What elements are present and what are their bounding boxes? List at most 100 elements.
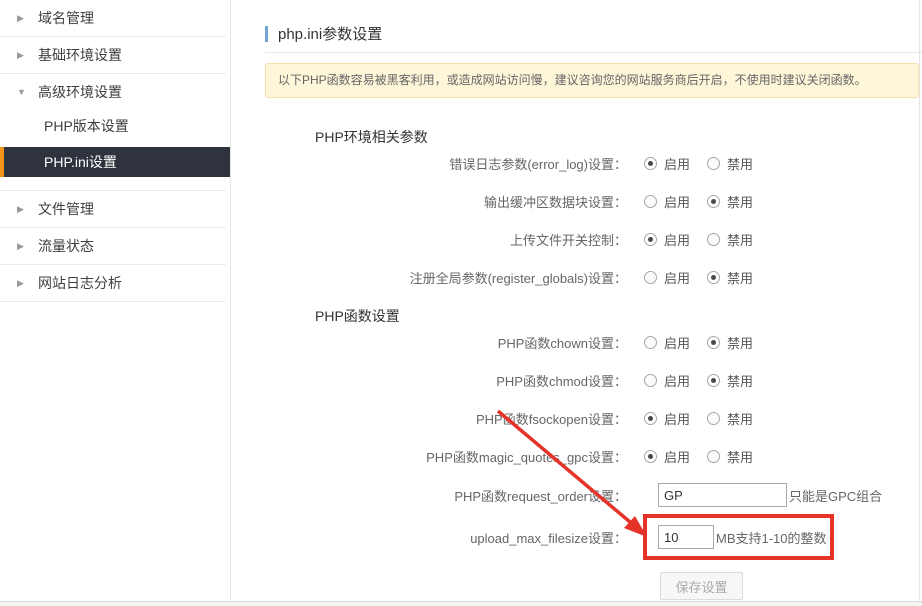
settings-form: PHP环境相关参数错误日志参数(error_log)设置：启用禁用输出缓冲区数据… <box>231 127 922 559</box>
text-field-row: upload_max_filesize设置： MB支持1-10的整数 <box>231 515 922 559</box>
radio-option-label: 启用 <box>664 333 690 352</box>
radio-icon[interactable] <box>707 157 720 170</box>
sidebar-item-label: 流量状态 <box>38 236 94 256</box>
field-label: 输出缓冲区数据块设置： <box>231 192 627 211</box>
radio-option-enable[interactable]: 启用 <box>644 333 690 352</box>
radio-option-label: 启用 <box>664 154 690 173</box>
radio-option-enable[interactable]: 启用 <box>644 371 690 390</box>
radio-option-disable[interactable]: 禁用 <box>707 154 753 173</box>
radio-option-disable[interactable]: 禁用 <box>707 192 753 211</box>
sidebar-divider <box>0 301 226 302</box>
radio-icon[interactable] <box>707 374 720 387</box>
radio-option-disable[interactable]: 禁用 <box>707 333 753 352</box>
panel-right-border <box>919 0 920 601</box>
chevron-down-icon: ▼ <box>17 87 28 97</box>
radio-row: 输出缓冲区数据块设置： 启用禁用 <box>231 182 922 220</box>
radio-option-label: 禁用 <box>727 333 753 352</box>
radio-option-label: 禁用 <box>727 409 753 428</box>
sidebar-subitem-label: PHP版本设置 <box>44 116 129 136</box>
radio-row: 上传文件开关控制： 启用禁用 <box>231 220 922 258</box>
sidebar-item[interactable]: ▼ 高级环境设置 <box>0 74 230 110</box>
sidebar: ▶域名管理▶基础环境设置▼高级环境设置PHP版本设置PHP.ini设置▶文件管理… <box>0 0 231 601</box>
radio-icon[interactable] <box>644 233 657 246</box>
header-divider <box>265 52 922 53</box>
field-label: 错误日志参数(error_log)设置： <box>231 154 627 173</box>
radio-group-wrap: 启用 禁用 <box>644 154 770 173</box>
radio-option-disable[interactable]: 禁用 <box>707 371 753 390</box>
field-label: upload_max_filesize设置： <box>231 528 627 547</box>
radio-icon[interactable] <box>644 157 657 170</box>
radio-icon[interactable] <box>644 336 657 349</box>
radio-row: 注册全局参数(register_globals)设置： 启用禁用 <box>231 258 922 296</box>
field-hint: MB支持1-10的整数 <box>716 528 827 547</box>
radio-row: 错误日志参数(error_log)设置： 启用 禁用 <box>231 144 922 182</box>
radio-option-disable[interactable]: 禁用 <box>707 447 753 466</box>
text-field-row: PHP函数request_order设置：只能是GPC组合 <box>231 475 922 515</box>
sidebar-subitem-label: PHP.ini设置 <box>44 152 117 172</box>
radio-icon[interactable] <box>644 374 657 387</box>
radio-icon[interactable] <box>707 412 720 425</box>
radio-option-enable[interactable]: 启用 <box>644 192 690 211</box>
sidebar-item-label: 基础环境设置 <box>38 45 122 65</box>
radio-icon[interactable] <box>644 195 657 208</box>
radio-icon[interactable] <box>644 412 657 425</box>
sidebar-item[interactable]: ▶域名管理 <box>0 0 230 36</box>
sidebar-item[interactable]: ▶ 基础环境设置 <box>0 37 230 73</box>
radio-option-enable[interactable]: 启用 <box>644 409 690 428</box>
sidebar-item-label: 网站日志分析 <box>38 273 122 293</box>
radio-option-label: 禁用 <box>727 371 753 390</box>
section-heading: PHP环境相关参数 <box>315 127 922 144</box>
main-content: php.ini参数设置 以下PHP函数容易被黑客利用，或造成网站访问慢，建议咨询… <box>231 0 922 601</box>
sidebar-item-label: 域名管理 <box>38 8 94 28</box>
radio-option-label: 禁用 <box>727 154 753 173</box>
request-order-input[interactable] <box>658 483 787 507</box>
sidebar-subitem[interactable]: PHP.ini设置 <box>0 147 230 177</box>
page-bottom-edge <box>0 601 922 606</box>
radio-icon[interactable] <box>707 195 720 208</box>
radio-option-enable[interactable]: 启用 <box>644 268 690 287</box>
radio-icon[interactable] <box>644 271 657 284</box>
radio-group-wrap: 启用 禁用 <box>644 333 770 352</box>
field-label: 注册全局参数(register_globals)设置： <box>231 268 627 287</box>
section-heading: PHP函数设置 <box>315 306 922 323</box>
page-header: php.ini参数设置 <box>265 25 922 42</box>
radio-icon[interactable] <box>707 336 720 349</box>
radio-option-enable[interactable]: 启用 <box>644 447 690 466</box>
radio-option-label: 启用 <box>664 409 690 428</box>
radio-option-label: 启用 <box>664 192 690 211</box>
sidebar-item[interactable]: ▶文件管理 <box>0 191 230 227</box>
radio-option-disable[interactable]: 禁用 <box>707 230 753 249</box>
chevron-right-icon: ▶ <box>17 278 28 289</box>
chevron-right-icon: ▶ <box>17 50 28 61</box>
radio-icon[interactable] <box>707 233 720 246</box>
sidebar-menu: ▶域名管理▶基础环境设置▼高级环境设置PHP版本设置PHP.ini设置▶文件管理… <box>0 0 230 302</box>
chevron-right-icon: ▶ <box>17 241 28 252</box>
sidebar-subitem[interactable]: PHP版本设置 <box>0 110 230 142</box>
sidebar-item-label: 高级环境设置 <box>38 82 122 102</box>
radio-icon[interactable] <box>707 450 720 463</box>
field-label: PHP函数chmod设置： <box>231 371 627 390</box>
radio-group-wrap: 启用禁用 <box>644 192 770 211</box>
warning-banner-text: 以下PHP函数容易被黑客利用，或造成网站访问慢，建议咨询您的网站服务商后开启，不… <box>278 73 867 87</box>
sidebar-item[interactable]: ▶ 网站日志分析 <box>0 265 230 301</box>
radio-option-disable[interactable]: 禁用 <box>707 409 753 428</box>
field-label: PHP函数fsockopen设置： <box>231 409 627 428</box>
radio-group-wrap: 启用 禁用 <box>644 409 770 428</box>
radio-row: PHP函数chown设置：启用禁用 <box>231 323 922 361</box>
upload-max-filesize-input[interactable] <box>658 525 714 549</box>
sidebar-item[interactable]: ▶ 流量状态 <box>0 228 230 264</box>
radio-icon[interactable] <box>707 271 720 284</box>
radio-icon[interactable] <box>644 450 657 463</box>
save-button[interactable]: 保存设置 <box>660 572 743 600</box>
text-input-wrap: 只能是GPC组合 <box>658 483 882 507</box>
radio-option-label: 禁用 <box>727 447 753 466</box>
radio-option-label: 启用 <box>664 447 690 466</box>
radio-group-wrap: 启用禁用 <box>644 268 770 287</box>
radio-option-disable[interactable]: 禁用 <box>707 268 753 287</box>
radio-option-enable[interactable]: 启用 <box>644 230 690 249</box>
radio-group-wrap: 启用 禁用 <box>644 371 770 390</box>
radio-option-enable[interactable]: 启用 <box>644 154 690 173</box>
page-title: php.ini参数设置 <box>278 23 382 44</box>
radio-row: PHP函数magic_quotes_gpc设置：启用禁用 <box>231 437 922 475</box>
field-label: 上传文件开关控制： <box>231 230 627 249</box>
